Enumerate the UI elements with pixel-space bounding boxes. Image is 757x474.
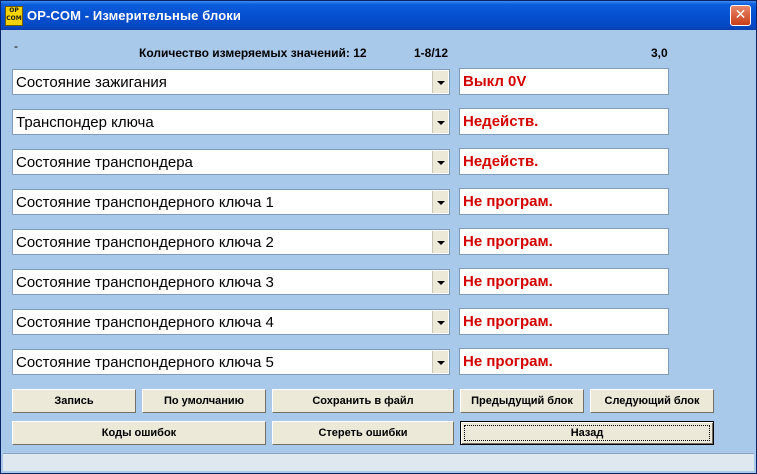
- chevron-down-icon: [437, 241, 445, 245]
- value-text: Не програм.: [463, 353, 553, 370]
- parameter-select-1[interactable]: Состояние зажигания: [12, 69, 450, 95]
- value-text: Не програм.: [463, 233, 553, 250]
- app-icon-line-1: OP: [9, 7, 19, 14]
- error-codes-button[interactable]: Коды ошибок: [12, 421, 266, 445]
- parameter-select-8[interactable]: Состояние транспондерного ключа 5: [12, 349, 450, 375]
- measurement-row-4: Состояние транспондерного ключа 1 Не про…: [12, 188, 670, 216]
- measurement-row-6: Состояние транспондерного ключа 3 Не про…: [12, 268, 670, 296]
- parameter-select-text: Транспондер ключа: [16, 114, 154, 131]
- close-icon: ✕: [734, 7, 747, 23]
- parameter-select-2[interactable]: Транспондер ключа: [12, 109, 450, 135]
- opcom-app-icon: OP COM: [5, 6, 23, 26]
- value-box-1: Выкл 0V: [459, 68, 669, 95]
- dropdown-button[interactable]: [432, 111, 448, 133]
- measurement-row-2: Транспондер ключа Недейств.: [12, 108, 670, 136]
- measured-values-count: Количество измеряемых значений: 12: [139, 46, 367, 60]
- chevron-down-icon: [437, 321, 445, 325]
- parameter-select-7[interactable]: Состояние транспондерного ключа 4: [12, 309, 450, 335]
- dropdown-button[interactable]: [432, 311, 448, 333]
- status-bar: [3, 453, 754, 471]
- parameter-select-text: Состояние зажигания: [16, 74, 167, 91]
- title-bar[interactable]: OP COM OP-COM - Измерительные блоки ✕: [1, 1, 756, 30]
- back-button[interactable]: Назад: [460, 421, 714, 445]
- value-box-3: Недейств.: [459, 148, 669, 175]
- parameter-select-6[interactable]: Состояние транспондерного ключа 3: [12, 269, 450, 295]
- app-window: OP COM OP-COM - Измерительные блоки ✕ - …: [0, 0, 757, 474]
- dropdown-button[interactable]: [432, 191, 448, 213]
- previous-block-button[interactable]: Предыдущий блок: [460, 389, 584, 413]
- status-dash: -: [14, 39, 18, 53]
- defaults-button[interactable]: По умолчанию: [142, 389, 266, 413]
- next-block-button[interactable]: Следующий блок: [590, 389, 714, 413]
- value-text: Выкл 0V: [463, 73, 527, 90]
- window-title: OP-COM - Измерительные блоки: [27, 8, 241, 23]
- parameter-select-4[interactable]: Состояние транспондерного ключа 1: [12, 189, 450, 215]
- chevron-down-icon: [437, 81, 445, 85]
- back-button-label: Назад: [570, 427, 604, 439]
- parameter-select-text: Состояние транспондерного ключа 5: [16, 354, 274, 371]
- measurement-row-1: Состояние зажигания Выкл 0V: [12, 68, 670, 96]
- parameter-select-text: Состояние транспондерного ключа 2: [16, 234, 274, 251]
- value-box-4: Не програм.: [459, 188, 669, 215]
- chevron-down-icon: [437, 281, 445, 285]
- chevron-down-icon: [437, 201, 445, 205]
- value-text: Недейств.: [463, 113, 539, 130]
- dropdown-button[interactable]: [432, 271, 448, 293]
- dropdown-button[interactable]: [432, 151, 448, 173]
- parameter-select-5[interactable]: Состояние транспондерного ключа 2: [12, 229, 450, 255]
- measurement-row-8: Состояние транспондерного ключа 5 Не про…: [12, 348, 670, 376]
- parameter-select-text: Состояние транспондерного ключа 4: [16, 314, 274, 331]
- measurement-row-5: Состояние транспондерного ключа 2 Не про…: [12, 228, 670, 256]
- record-button[interactable]: Запись: [12, 389, 136, 413]
- parameter-select-text: Состояние транспондера: [16, 154, 193, 171]
- value-box-8: Не програм.: [459, 348, 669, 375]
- measurement-row-7: Состояние транспондерного ключа 4 Не про…: [12, 308, 670, 336]
- dropdown-button[interactable]: [432, 71, 448, 93]
- value-box-5: Не програм.: [459, 228, 669, 255]
- value-text: Не програм.: [463, 313, 553, 330]
- value-box-6: Не програм.: [459, 268, 669, 295]
- value-text: Недейств.: [463, 153, 539, 170]
- value-box-7: Не програм.: [459, 308, 669, 335]
- value-text: Не програм.: [463, 273, 553, 290]
- clear-errors-button[interactable]: Стереть ошибки: [272, 421, 454, 445]
- app-icon-line-2: COM: [6, 15, 22, 22]
- chevron-down-icon: [437, 121, 445, 125]
- dropdown-button[interactable]: [432, 231, 448, 253]
- version-label: 3,0: [651, 46, 668, 60]
- dropdown-button[interactable]: [432, 351, 448, 373]
- parameter-select-text: Состояние транспондерного ключа 1: [16, 194, 274, 211]
- measurement-row-3: Состояние транспондера Недейств.: [12, 148, 670, 176]
- parameter-select-text: Состояние транспондерного ключа 3: [16, 274, 274, 291]
- save-to-file-button[interactable]: Сохранить в файл: [272, 389, 454, 413]
- value-text: Не програм.: [463, 193, 553, 210]
- value-box-2: Недейств.: [459, 108, 669, 135]
- chevron-down-icon: [437, 361, 445, 365]
- block-range: 1-8/12: [414, 46, 449, 60]
- chevron-down-icon: [437, 161, 445, 165]
- parameter-select-3[interactable]: Состояние транспондера: [12, 149, 450, 175]
- close-button[interactable]: ✕: [730, 5, 751, 26]
